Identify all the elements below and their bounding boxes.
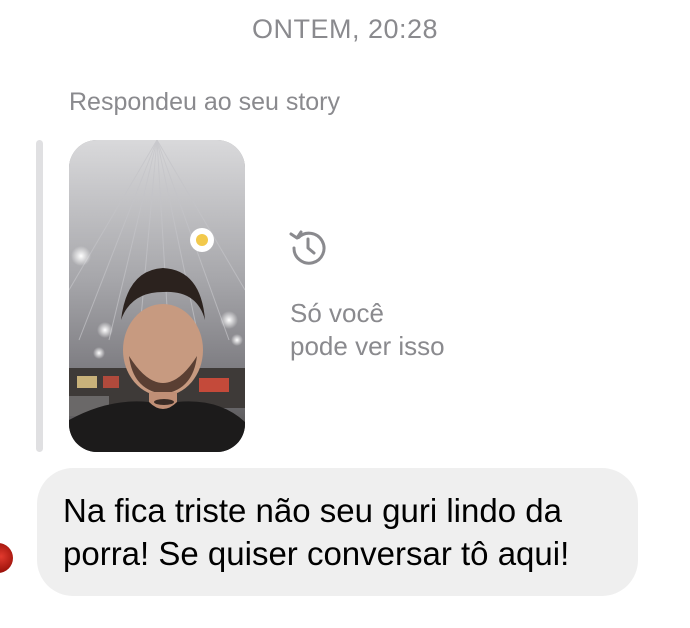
message-bubble[interactable]: Na fica triste não seu guri lindo da por… <box>37 468 638 596</box>
story-privacy-note: Só você pode ver isso <box>290 297 445 363</box>
message-text-line-2: porra! Se quiser conversar tô aqui! <box>63 535 570 572</box>
privacy-note-line-2: pode ver isso <box>290 331 445 361</box>
sender-avatar[interactable] <box>0 543 13 573</box>
message-timestamp: ONTEM, 20:28 <box>251 14 439 44</box>
privacy-note-line-1: Só você <box>290 298 384 328</box>
story-thumbnail[interactable] <box>69 140 245 452</box>
history-clock-icon <box>289 230 326 265</box>
story-photo <box>69 140 245 452</box>
message-text-line-1: Na fica triste não seu guri lindo da <box>63 492 562 529</box>
reply-context-label: Respondeu ao seu story <box>69 88 341 116</box>
emoji-sticker-icon <box>196 234 208 246</box>
reply-indicator-bar <box>36 140 43 452</box>
